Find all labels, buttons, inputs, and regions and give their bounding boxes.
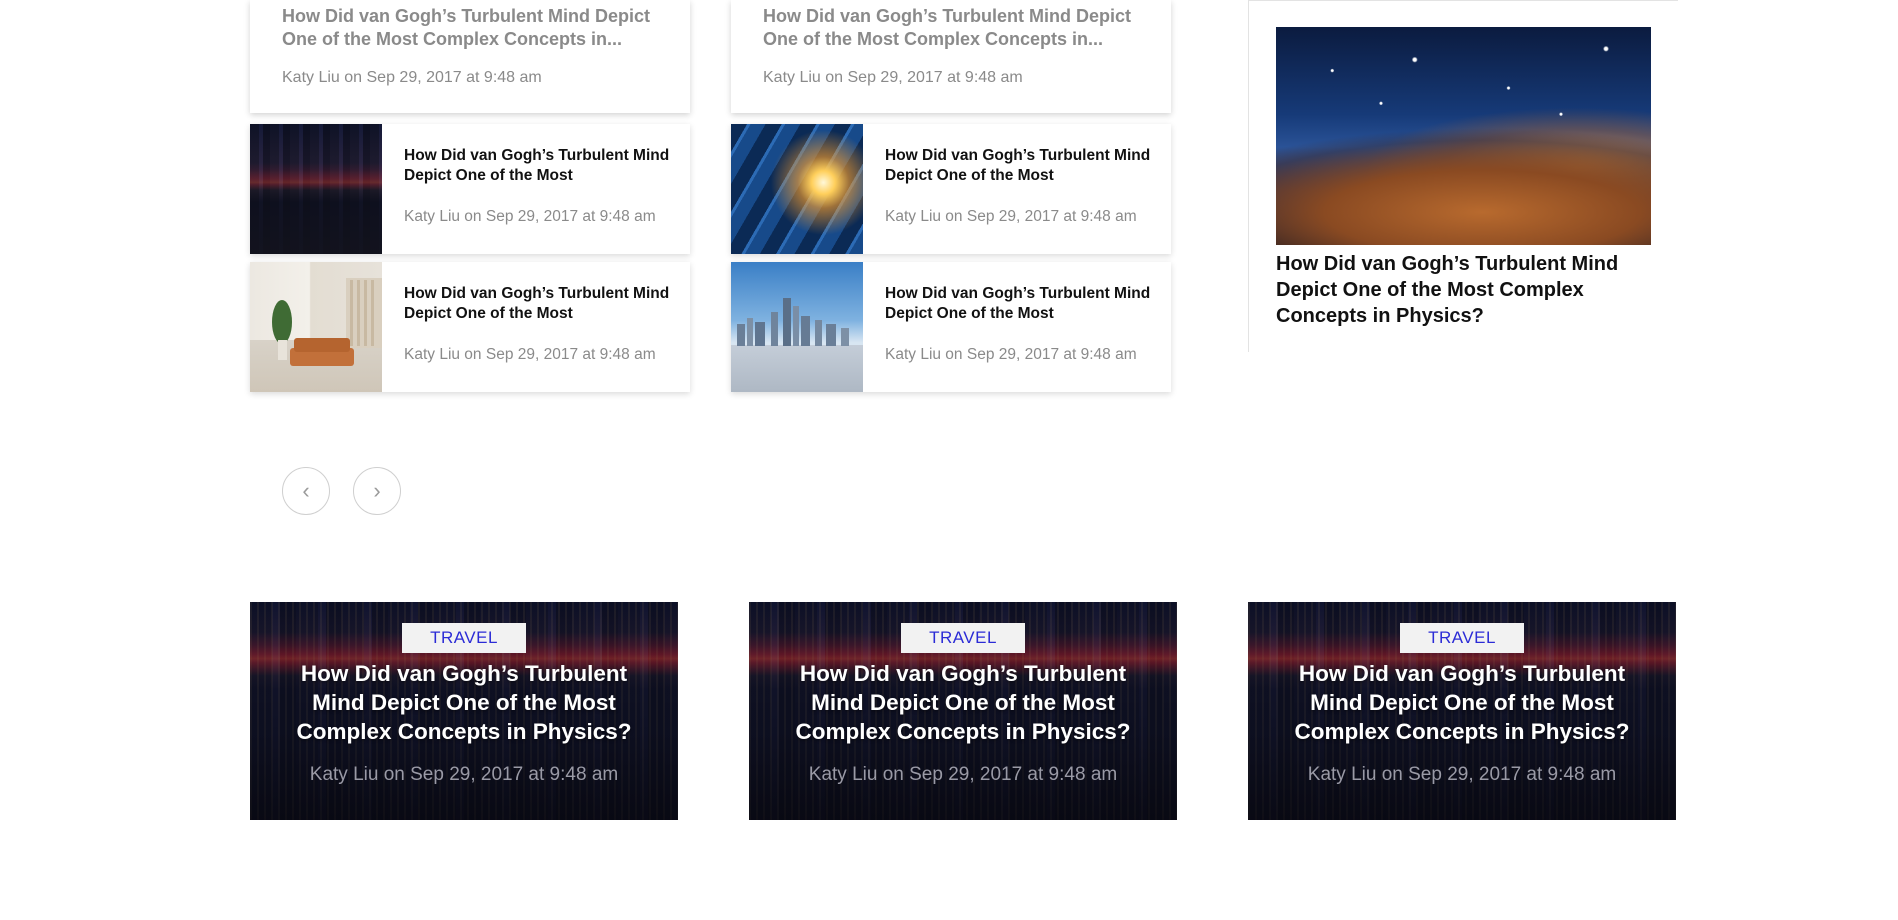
living-room-illustration — [272, 278, 382, 366]
post-meta: Katy Liu on Sep 29, 2017 at 9:48 am — [763, 69, 1023, 86]
featured-post-card[interactable]: TRAVEL How Did van Gogh’s Turbulent Mind… — [250, 602, 678, 820]
category-badge[interactable]: TRAVEL — [402, 623, 526, 653]
post-title[interactable]: How Did van Gogh’s Turbulent Mind Depict… — [404, 146, 672, 186]
post-title[interactable]: How Did van Gogh’s Turbulent Mind Depict… — [763, 5, 1139, 51]
living-room-image[interactable] — [250, 262, 382, 392]
post-title[interactable]: How Did van Gogh’s Turbulent Mind Depict… — [404, 284, 672, 324]
post-title[interactable]: How Did van Gogh’s Turbulent Mind Depict… — [282, 5, 658, 51]
post-title[interactable]: How Did van Gogh’s Turbulent Mind Depict… — [777, 659, 1149, 746]
page: How Did van Gogh’s Turbulent Mind Depict… — [0, 0, 1898, 920]
post-meta: Katy Liu on Sep 29, 2017 at 9:48 am — [885, 208, 1137, 225]
category-badge[interactable]: TRAVEL — [901, 623, 1025, 653]
post-meta: Katy Liu on Sep 29, 2017 at 9:48 am — [1307, 764, 1617, 785]
chevron-right-icon: › — [373, 478, 381, 503]
post-card[interactable]: How Did van Gogh’s Turbulent Mind Depict… — [731, 0, 1171, 113]
next-button[interactable]: › — [353, 467, 401, 515]
post-card[interactable]: How Did van Gogh’s Turbulent Mind Depict… — [250, 0, 690, 113]
list-item[interactable]: How Did van Gogh’s Turbulent Mind Depict… — [731, 124, 1171, 254]
featured-post-card[interactable]: TRAVEL How Did van Gogh’s Turbulent Mind… — [749, 602, 1177, 820]
skyline-image[interactable] — [731, 262, 863, 392]
post-meta: Katy Liu on Sep 29, 2017 at 9:48 am — [404, 346, 656, 363]
post-meta: Katy Liu on Sep 29, 2017 at 9:48 am — [404, 208, 656, 225]
post-title[interactable]: How Did van Gogh’s Turbulent Mind Depict… — [885, 146, 1153, 186]
list-item-body: How Did van Gogh’s Turbulent Mind Depict… — [382, 124, 690, 254]
city-dusk-image[interactable] — [250, 124, 382, 254]
featured-post-card[interactable]: TRAVEL How Did van Gogh’s Turbulent Mind… — [1248, 602, 1676, 820]
post-meta: Katy Liu on Sep 29, 2017 at 9:48 am — [808, 764, 1118, 785]
post-title[interactable]: How Did van Gogh’s Turbulent Mind Depict… — [1276, 659, 1648, 746]
post-title[interactable]: How Did van Gogh’s Turbulent Mind Depict… — [885, 284, 1153, 324]
post-meta: Katy Liu on Sep 29, 2017 at 9:48 am — [885, 346, 1137, 363]
post-title[interactable]: How Did van Gogh’s Turbulent Mind Depict… — [278, 659, 650, 746]
list-item-body: How Did van Gogh’s Turbulent Mind Depict… — [382, 262, 690, 392]
list-item[interactable]: How Did van Gogh’s Turbulent Mind Depict… — [250, 124, 690, 254]
glass-building-image[interactable] — [731, 124, 863, 254]
nebula-image[interactable] — [1276, 27, 1651, 245]
sidebar-featured-post[interactable]: How Did van Gogh’s Turbulent Mind Depict… — [1248, 0, 1678, 352]
skyline-illustration — [737, 298, 849, 346]
category-badge[interactable]: TRAVEL — [1400, 623, 1524, 653]
post-meta: Katy Liu on Sep 29, 2017 at 9:48 am — [309, 764, 619, 785]
prev-button[interactable]: ‹ — [282, 467, 330, 515]
post-title[interactable]: How Did van Gogh’s Turbulent Mind Depict… — [1276, 251, 1661, 329]
post-meta: Katy Liu on Sep 29, 2017 at 9:48 am — [282, 69, 542, 86]
list-item[interactable]: How Did van Gogh’s Turbulent Mind Depict… — [731, 262, 1171, 392]
list-item-body: How Did van Gogh’s Turbulent Mind Depict… — [863, 124, 1171, 254]
list-item-body: How Did van Gogh’s Turbulent Mind Depict… — [863, 262, 1171, 392]
chevron-left-icon: ‹ — [302, 478, 310, 503]
list-item[interactable]: How Did van Gogh’s Turbulent Mind Depict… — [250, 262, 690, 392]
